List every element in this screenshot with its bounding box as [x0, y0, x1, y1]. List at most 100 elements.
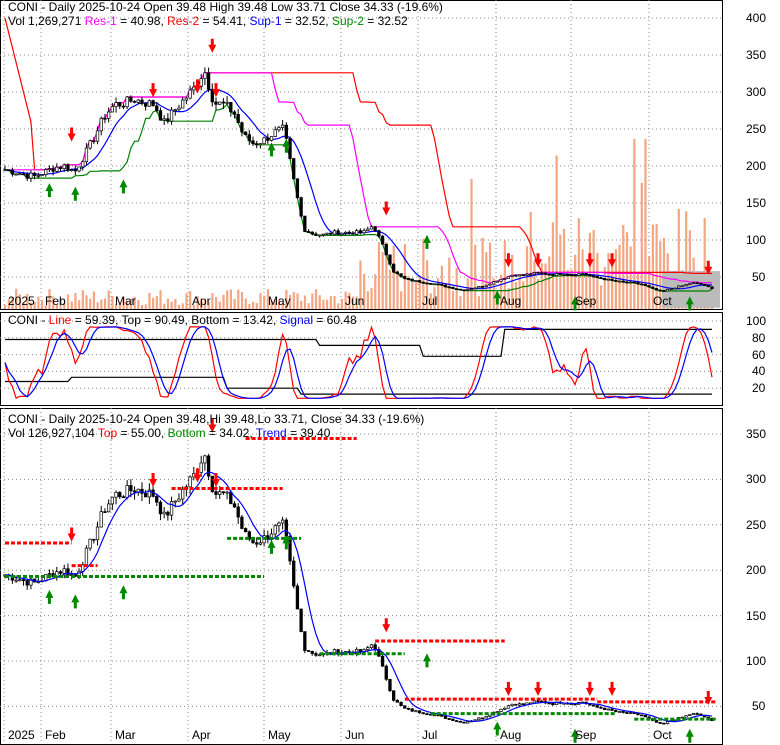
- bottom-value: = 34.02,: [205, 426, 256, 440]
- volume-bar: [229, 289, 232, 309]
- candle: [188, 89, 192, 99]
- sup1-label: Sup-1: [249, 14, 282, 28]
- candle: [114, 491, 118, 498]
- volume-bar: [488, 242, 492, 309]
- candle: [299, 608, 303, 632]
- candle: [354, 230, 359, 235]
- candle: [403, 276, 407, 279]
- candle: [491, 281, 496, 285]
- candle: [403, 705, 407, 709]
- candle: [362, 230, 366, 234]
- volume-bar: [218, 301, 221, 309]
- candle: [273, 525, 277, 535]
- candle: [155, 496, 159, 503]
- volume-bar: [318, 295, 321, 309]
- candle: [462, 721, 466, 724]
- candle: [55, 166, 59, 172]
- candle: [454, 720, 459, 723]
- candle: [306, 231, 311, 233]
- volume-bar: [559, 234, 562, 309]
- candle: [380, 655, 385, 667]
- candle: [255, 143, 259, 146]
- candle: [277, 522, 281, 527]
- volume-bar: [396, 270, 399, 309]
- candle: [66, 164, 70, 171]
- candle: [577, 273, 581, 276]
- top-y-tick: 50: [752, 270, 766, 284]
- volume-bar: [259, 293, 262, 309]
- mid-y-tick: 80: [752, 330, 766, 345]
- candle: [636, 282, 640, 285]
- volume-bar: [222, 294, 225, 309]
- x-tick: Sep: [575, 294, 597, 308]
- buy-arrow-icon: [45, 589, 54, 604]
- candle: [547, 273, 551, 276]
- candle: [466, 289, 470, 291]
- candle: [340, 232, 344, 235]
- volume-bar: [544, 263, 547, 309]
- volume-bar: [89, 298, 92, 309]
- candle: [517, 274, 522, 277]
- x-tick: Apr: [192, 294, 211, 308]
- candle: [132, 100, 137, 103]
- volume-bar: [177, 304, 181, 309]
- candle: [21, 579, 26, 582]
- volume-bar: [107, 290, 110, 309]
- candle: [306, 650, 311, 652]
- candle: [484, 716, 488, 719]
- candle: [543, 272, 548, 275]
- candle: [665, 289, 670, 292]
- candle: [532, 272, 536, 275]
- candle: [595, 276, 599, 279]
- candle: [273, 129, 277, 137]
- candle: [551, 703, 555, 706]
- candle: [610, 708, 614, 711]
- candle: [617, 280, 622, 283]
- candle: [584, 273, 588, 276]
- osc-bottom-line: [5, 376, 712, 395]
- x-tick: Aug: [500, 294, 522, 308]
- volume-bar: [596, 252, 599, 309]
- sell-arrow-icon: [149, 473, 158, 488]
- candle: [144, 103, 148, 107]
- candle: [514, 703, 518, 706]
- x-tick: Aug: [500, 728, 522, 742]
- candle: [51, 168, 55, 172]
- candle: [69, 169, 74, 172]
- candle: [695, 282, 699, 285]
- volume-bar: [144, 304, 147, 309]
- candle: [125, 485, 129, 498]
- bottom-indicators: Vol 126,927,104 Top = 55.00, Bottom = 34…: [8, 426, 424, 440]
- candle: [647, 285, 651, 288]
- candle: [121, 496, 126, 499]
- x-tick: May: [268, 294, 291, 308]
- candle: [258, 143, 263, 146]
- volume-bar: [337, 303, 340, 309]
- candle: [614, 710, 618, 712]
- candle: [528, 273, 533, 276]
- volume-bar: [377, 242, 381, 309]
- top-y-tick: 350: [746, 48, 767, 62]
- candle: [484, 284, 488, 287]
- candle: [558, 273, 562, 275]
- volume-bar: [407, 276, 410, 309]
- candle: [677, 285, 681, 289]
- sell-arrow-icon: [67, 527, 76, 542]
- candle: [25, 580, 29, 586]
- bottom-label: Bottom: [167, 426, 206, 440]
- candle: [436, 283, 440, 286]
- candle: [32, 172, 37, 177]
- candle: [480, 717, 485, 720]
- sup1-value: = 32.52,: [281, 14, 332, 28]
- candle: [292, 158, 296, 180]
- volume-bar: [41, 300, 44, 309]
- candle: [369, 644, 374, 648]
- candle: [488, 283, 492, 286]
- bot-y-tick: 300: [746, 472, 767, 487]
- candle: [292, 560, 296, 587]
- volume-bar: [296, 293, 299, 309]
- volume-bar: [314, 289, 318, 309]
- candle: [92, 538, 96, 541]
- volume-bar: [252, 301, 255, 309]
- candle: [199, 462, 203, 473]
